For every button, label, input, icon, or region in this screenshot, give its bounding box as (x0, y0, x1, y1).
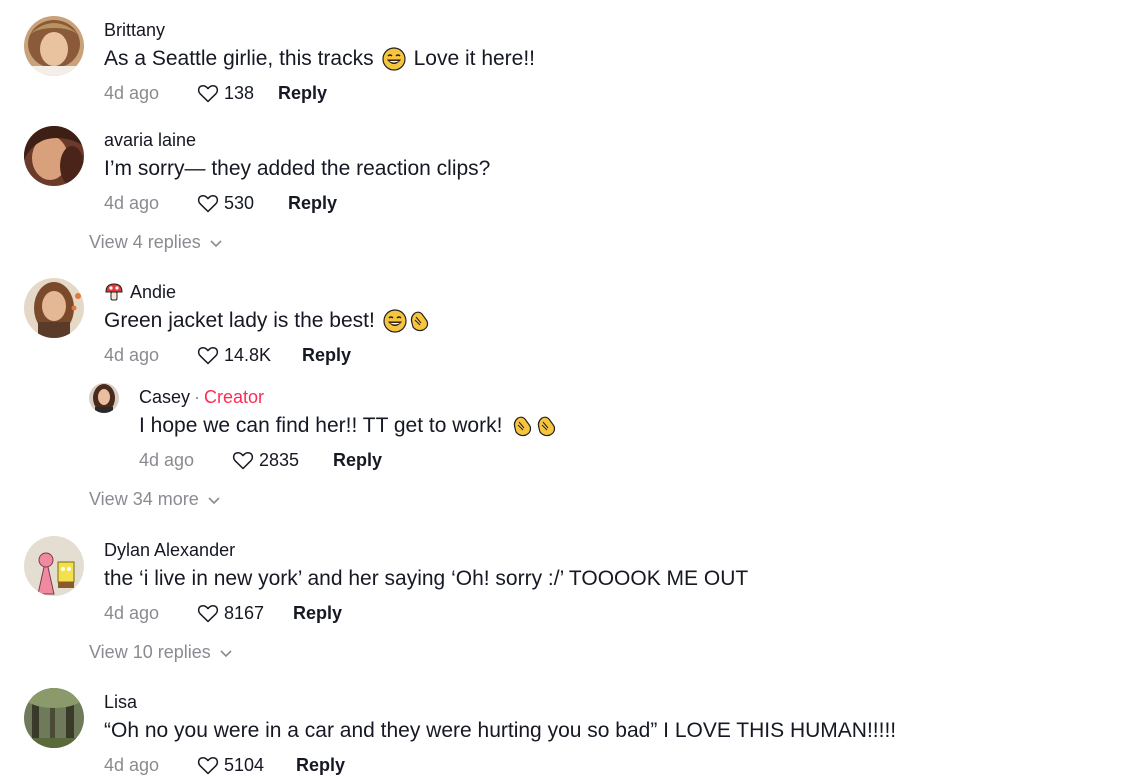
avatar[interactable] (24, 278, 84, 338)
heart-outline-icon (197, 346, 219, 365)
comment-text: Green jacket lady is the best! (104, 307, 431, 335)
comment-timestamp: 4d ago (104, 754, 160, 775)
view-replies-label: View 4 replies (89, 232, 201, 252)
comment-timestamp: 4d ago (104, 192, 160, 213)
like-count: 8167 (224, 602, 265, 623)
comment-text-part: Green jacket lady is the best! (104, 309, 375, 332)
mushroom-icon (105, 283, 123, 301)
like-count: 2835 (259, 449, 300, 470)
comment-text-part: I hope we can find her!! TT get to work! (139, 414, 503, 437)
reply-username[interactable]: Casey (139, 386, 190, 408)
view-more-replies-button[interactable]: View 34 more (89, 489, 221, 510)
comment-username[interactable]: avaria laine (104, 129, 490, 151)
comment-username-label: Andie (130, 282, 177, 302)
comment-timestamp: 4d ago (104, 344, 160, 365)
heart-outline-icon (197, 756, 219, 775)
view-replies-label: View 34 more (89, 489, 199, 509)
view-replies-button[interactable]: View 10 replies (89, 642, 233, 663)
avatar[interactable] (24, 126, 84, 186)
reply-button[interactable]: Reply (302, 345, 351, 366)
comment-text: the ‘i live in new york’ and her saying … (104, 567, 749, 590)
comment-username[interactable]: Dylan Alexander (104, 539, 748, 561)
comment-text-part: Love it here!! (413, 47, 536, 70)
reply-button[interactable]: Reply (293, 603, 342, 624)
comment-text: As a Seattle girlie, this tracks Love it… (104, 45, 535, 73)
like-button[interactable]: 2835 (231, 448, 333, 472)
separator-dot: · (194, 387, 201, 407)
comment-timestamp: 4d ago (104, 602, 160, 623)
creator-badge: Creator (204, 387, 265, 407)
avatar[interactable] (89, 383, 119, 413)
comment-text: “Oh no you were in a car and they were h… (104, 719, 897, 742)
heart-outline-icon (197, 84, 219, 103)
comment-timestamp: 4d ago (104, 82, 160, 103)
like-button[interactable]: 138 (196, 81, 278, 105)
comment-text: I hope we can find her!! TT get to work! (139, 412, 558, 440)
clapping-hands-emoji-icon (410, 311, 428, 332)
like-button[interactable]: 5104 (196, 753, 296, 777)
clapping-hands-emoji-icon (514, 416, 532, 437)
heart-outline-icon (197, 604, 219, 623)
chevron-down-icon (220, 649, 232, 657)
like-count: 5104 (224, 754, 265, 775)
like-count: 14.8K (224, 344, 272, 365)
reply-button[interactable]: Reply (333, 450, 382, 471)
avatar[interactable] (24, 16, 84, 76)
tears-of-joy-emoji-icon (383, 309, 407, 333)
chevron-down-icon (208, 496, 220, 504)
like-count: 138 (224, 82, 255, 103)
like-button[interactable]: 8167 (196, 601, 293, 625)
view-replies-button[interactable]: View 4 replies (89, 232, 223, 253)
view-replies-label: View 10 replies (89, 642, 211, 662)
heart-outline-icon (197, 194, 219, 213)
clapping-hands-emoji-icon (538, 416, 556, 437)
like-count: 530 (224, 192, 255, 213)
like-button[interactable]: 530 (196, 191, 288, 215)
chevron-down-icon (210, 239, 222, 247)
tears-of-joy-emoji-icon (382, 47, 406, 71)
like-button[interactable]: 14.8K (196, 343, 302, 367)
avatar[interactable] (24, 688, 84, 748)
heart-outline-icon (232, 451, 254, 470)
comment-username[interactable]: Lisa (104, 691, 896, 713)
comment-text-part: As a Seattle girlie, this tracks (104, 47, 374, 70)
reply-button[interactable]: Reply (288, 193, 337, 214)
comment-timestamp: 4d ago (139, 449, 195, 470)
reply-username-row: Casey · Creator (139, 386, 558, 408)
comment-username[interactable]: Andie (104, 281, 431, 303)
avatar[interactable] (24, 536, 84, 596)
reply-button[interactable]: Reply (296, 755, 345, 776)
comment-username[interactable]: Brittany (104, 19, 535, 41)
reply-button[interactable]: Reply (278, 83, 327, 104)
comment-text: I’m sorry— they added the reaction clips… (104, 157, 491, 180)
